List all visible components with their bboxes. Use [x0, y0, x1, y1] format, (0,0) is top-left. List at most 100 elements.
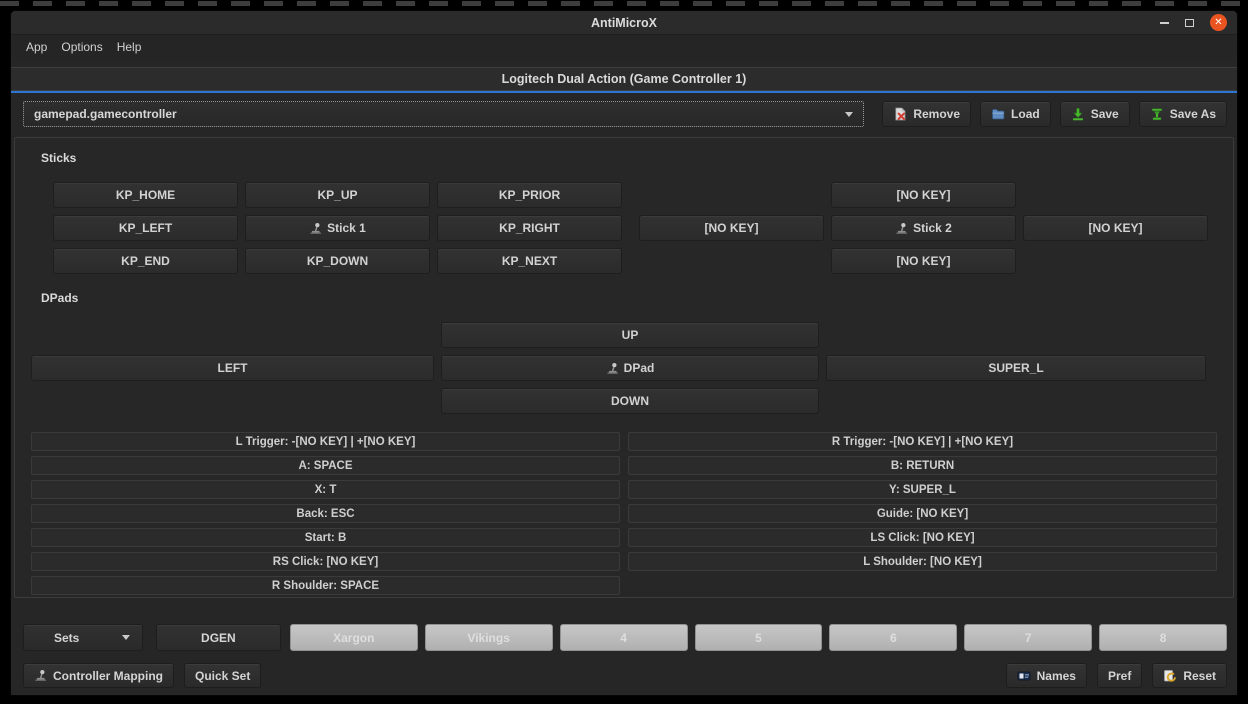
dpad-up-button[interactable]: UP — [441, 322, 819, 348]
profile-bar: gamepad.gamecontroller Remove Load — [23, 101, 1227, 127]
stick1-center-button[interactable]: Stick 1 — [245, 215, 430, 241]
b-button[interactable]: B: RETURN — [628, 456, 1217, 475]
stick1-up-right-button[interactable]: KP_PRIOR — [437, 182, 622, 208]
set-tab-2[interactable]: Xargon — [290, 624, 418, 651]
stick1-label: Stick 1 — [327, 221, 366, 235]
profile-select[interactable]: gamepad.gamecontroller — [23, 101, 864, 127]
reset-icon — [1163, 669, 1177, 683]
reset-label: Reset — [1183, 669, 1216, 683]
joystick-icon — [895, 222, 908, 235]
stick1-down-left-button[interactable]: KP_END — [53, 248, 238, 274]
controller-mapping-button[interactable]: Controller Mapping — [23, 663, 174, 688]
save-as-icon — [1150, 107, 1164, 121]
title-bar[interactable]: AntiMicroX ✕ — [11, 11, 1237, 35]
stick2-left-button[interactable]: [NO KEY] — [639, 215, 824, 241]
close-icon[interactable]: ✕ — [1210, 14, 1227, 31]
set-tab-3[interactable]: Vikings — [425, 624, 553, 651]
stick1-down-button[interactable]: KP_DOWN — [245, 248, 430, 274]
quick-set-label: Quick Set — [195, 669, 250, 683]
remove-button-label: Remove — [913, 107, 960, 121]
pref-label: Pref — [1108, 669, 1131, 683]
pref-button[interactable]: Pref — [1097, 663, 1142, 688]
antimicrox-window: AntiMicroX ✕ App Options Help Logitech D… — [10, 10, 1238, 696]
save-button-label: Save — [1091, 107, 1119, 121]
set-tab-1[interactable]: DGEN — [156, 624, 281, 651]
set-tab-7[interactable]: 7 — [964, 624, 1092, 651]
menu-help[interactable]: Help — [117, 40, 142, 54]
names-label: Names — [1037, 669, 1076, 683]
dpad-down-button[interactable]: DOWN — [441, 388, 819, 414]
save-icon — [1071, 107, 1085, 121]
load-button[interactable]: Load — [980, 101, 1051, 127]
tab-accent-line — [11, 91, 1237, 93]
controller-tab[interactable]: Logitech Dual Action (Game Controller 1) — [11, 67, 1237, 91]
save-as-button[interactable]: Save As — [1139, 101, 1227, 127]
set-tab-6[interactable]: 6 — [829, 624, 957, 651]
dpad-center-button[interactable]: DPad — [441, 355, 819, 381]
window-title: AntiMicroX — [11, 16, 1237, 30]
joystick-icon — [606, 362, 619, 375]
buttons-list: L Trigger: -[NO KEY] | +[NO KEY] R Trigg… — [31, 432, 1233, 595]
controller-mapping-panel: Sticks KP_HOME KP_UP KP_PRIOR KP_LEFT St… — [14, 137, 1234, 598]
dpad-right-button[interactable]: SUPER_L — [826, 355, 1206, 381]
bottom-bar: Controller Mapping Quick Set Names Pref … — [23, 663, 1227, 688]
chevron-down-icon — [845, 112, 853, 117]
remove-icon — [893, 107, 907, 121]
r-shoulder-button[interactable]: R Shoulder: SPACE — [31, 576, 620, 595]
dpads-section-label: DPads — [41, 291, 1233, 306]
maximize-icon[interactable] — [1185, 19, 1194, 27]
sticks-grids: KP_HOME KP_UP KP_PRIOR KP_LEFT Stick 1 K… — [53, 182, 1233, 274]
menu-options[interactable]: Options — [61, 40, 102, 54]
y-button[interactable]: Y: SUPER_L — [628, 480, 1217, 499]
reset-button[interactable]: Reset — [1152, 663, 1227, 688]
controller-mapping-label: Controller Mapping — [53, 669, 163, 683]
names-button[interactable]: Names — [1006, 663, 1087, 688]
joystick-icon — [309, 222, 322, 235]
rs-click-button[interactable]: RS Click: [NO KEY] — [31, 552, 620, 571]
l-shoulder-button[interactable]: L Shoulder: [NO KEY] — [628, 552, 1217, 571]
set-tab-5[interactable]: 5 — [695, 624, 823, 651]
quick-set-button[interactable]: Quick Set — [184, 663, 261, 688]
set-tab-8[interactable]: 8 — [1099, 624, 1227, 651]
ls-click-button[interactable]: LS Click: [NO KEY] — [628, 528, 1217, 547]
l-trigger-button[interactable]: L Trigger: -[NO KEY] | +[NO KEY] — [31, 432, 620, 451]
stick1-down-right-button[interactable]: KP_NEXT — [437, 248, 622, 274]
stick1-right-button[interactable]: KP_RIGHT — [437, 215, 622, 241]
stick2-up-button[interactable]: [NO KEY] — [831, 182, 1016, 208]
desktop-edge-pattern — [0, 1, 1248, 6]
sets-dropdown-label: Sets — [54, 631, 79, 645]
dpad-left-button[interactable]: LEFT — [31, 355, 434, 381]
sticks-section-label: Sticks — [41, 151, 1233, 166]
profile-select-value: gamepad.gamecontroller — [34, 107, 177, 121]
stick1-up-button[interactable]: KP_UP — [245, 182, 430, 208]
r-trigger-button[interactable]: R Trigger: -[NO KEY] | +[NO KEY] — [628, 432, 1217, 451]
stick2-right-button[interactable]: [NO KEY] — [1023, 215, 1208, 241]
save-button[interactable]: Save — [1060, 101, 1130, 127]
stick1-left-button[interactable]: KP_LEFT — [53, 215, 238, 241]
sets-dropdown[interactable]: Sets — [23, 624, 143, 651]
dpad-label: DPad — [624, 361, 655, 375]
dpad-grid: UP LEFT DPad SUPER_L DOWN — [31, 322, 1233, 414]
menu-app[interactable]: App — [26, 40, 47, 54]
stick2-down-button[interactable]: [NO KEY] — [831, 248, 1016, 274]
names-icon — [1017, 669, 1031, 683]
stick2-center-button[interactable]: Stick 2 — [831, 215, 1016, 241]
save-as-button-label: Save As — [1170, 107, 1216, 121]
a-button[interactable]: A: SPACE — [31, 456, 620, 475]
remove-button[interactable]: Remove — [882, 101, 971, 127]
sets-bar: Sets DGEN Xargon Vikings 4 5 6 7 8 — [23, 624, 1227, 651]
load-button-label: Load — [1011, 107, 1040, 121]
stick1-up-left-button[interactable]: KP_HOME — [53, 182, 238, 208]
minimize-icon[interactable] — [1160, 22, 1169, 24]
left-stick-grid: KP_HOME KP_UP KP_PRIOR KP_LEFT Stick 1 K… — [53, 182, 622, 274]
start-button[interactable]: Start: B — [31, 528, 620, 547]
back-button[interactable]: Back: ESC — [31, 504, 620, 523]
controller-tab-label: Logitech Dual Action (Game Controller 1) — [502, 72, 747, 86]
joystick-icon — [34, 669, 47, 682]
set-tab-4[interactable]: 4 — [560, 624, 688, 651]
guide-button[interactable]: Guide: [NO KEY] — [628, 504, 1217, 523]
x-button[interactable]: X: T — [31, 480, 620, 499]
right-stick-grid: [NO KEY] [NO KEY] Stick 2 [NO KEY] [NO K… — [639, 182, 1208, 274]
stick2-label: Stick 2 — [913, 221, 952, 235]
menu-bar: App Options Help — [11, 35, 1237, 59]
